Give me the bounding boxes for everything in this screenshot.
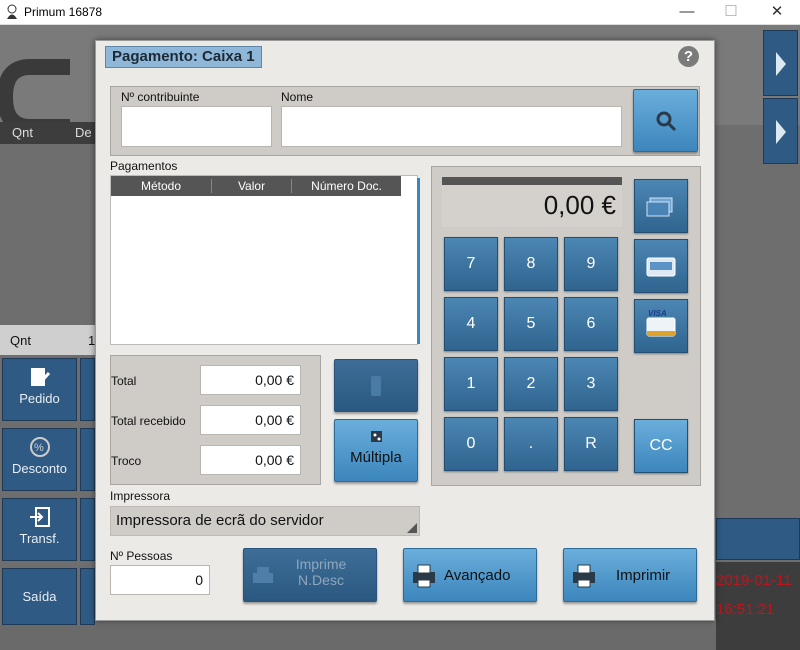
phone-icon	[371, 376, 381, 396]
troco-value: 0,00 €	[200, 445, 301, 475]
disabled-payment-button[interactable]	[334, 359, 418, 412]
maximize-button[interactable]: ☐	[708, 0, 754, 25]
bg-clock-panel: 2019-01-11 16:51:21	[716, 562, 800, 650]
key-decimal[interactable]: .	[504, 417, 558, 471]
search-icon	[656, 111, 676, 132]
key-reset[interactable]: R	[564, 417, 618, 471]
card-icon	[646, 257, 676, 277]
printer-icon	[253, 567, 273, 583]
cash-icon	[646, 197, 673, 217]
window-title: Primum 16878	[24, 5, 103, 19]
nome-label: Nome	[281, 90, 314, 104]
bg-desconto-button[interactable]: % Desconto	[2, 428, 77, 491]
key-1[interactable]: 1	[444, 357, 498, 411]
dropdown-corner-icon	[407, 523, 417, 533]
transfer-icon	[29, 507, 50, 527]
search-button[interactable]	[633, 89, 698, 152]
key-8[interactable]: 8	[504, 237, 558, 291]
printer-settings-icon	[413, 564, 435, 588]
bg-tile-partial	[80, 568, 95, 625]
total-label: Total	[111, 374, 137, 388]
dialog-title: Pagamento: Caixa 1	[105, 46, 262, 68]
bg-time: 16:51:21	[716, 601, 775, 618]
pagamentos-label: Pagamentos	[110, 159, 178, 173]
printer-icon	[573, 564, 595, 588]
bg-saida-button[interactable]: Saída	[2, 568, 77, 625]
bg-arrow-button[interactable]	[763, 30, 798, 96]
key-6[interactable]: 6	[564, 297, 618, 351]
app-icon	[7, 4, 17, 19]
bg-tile-partial	[80, 498, 95, 561]
imprime-ndesc-button[interactable]: Imprime N.Desc	[243, 548, 377, 602]
bg-desconto-label: Desconto	[12, 461, 67, 476]
bg-tile-partial	[80, 358, 95, 421]
cc-button[interactable]: CC	[634, 419, 688, 473]
bg-transf-label: Transf.	[19, 531, 60, 546]
bg-qnt-label: Qnt	[10, 333, 31, 348]
nome-input[interactable]	[281, 106, 622, 147]
numpad-panel: 0,00 € 7 8 9 4 5 6 1 2 3 0 . R VISA CC	[431, 166, 701, 486]
printer-select-value: Impressora de ecrã do servidor	[116, 512, 324, 529]
help-icon[interactable]: ?	[678, 46, 699, 67]
troco-label: Troco	[111, 454, 142, 468]
cash-button[interactable]	[634, 179, 688, 233]
close-button[interactable]: ✕	[754, 0, 800, 25]
key-0[interactable]: 0	[444, 417, 498, 471]
multipla-button[interactable]: Múltipla	[334, 419, 418, 482]
key-5[interactable]: 5	[504, 297, 558, 351]
multiple-payment-icon	[371, 431, 382, 442]
visa-button[interactable]: VISA	[634, 299, 688, 353]
key-2[interactable]: 2	[504, 357, 558, 411]
chevron-right-icon	[775, 120, 786, 144]
total-recebido-label: Total recebido	[111, 414, 186, 428]
avancado-button[interactable]: Avançado	[403, 548, 537, 602]
col-metodo: Método	[140, 179, 182, 193]
bg-side-panel	[716, 518, 800, 560]
key-7[interactable]: 7	[444, 237, 498, 291]
window-titlebar: Primum 16878 — ☐ ✕	[0, 0, 800, 25]
total-recebido-value: 0,00 €	[200, 405, 301, 435]
bg-col-qnt: Qnt	[12, 125, 33, 140]
col-valor: Valor	[211, 179, 291, 193]
pessoas-label: Nº Pessoas	[110, 549, 173, 563]
imprimir-label: Imprimir	[616, 567, 671, 584]
pessoas-input[interactable]: 0	[110, 565, 210, 595]
contribuinte-label: Nº contribuinte	[121, 90, 200, 104]
key-4[interactable]: 4	[444, 297, 498, 351]
bg-column-header: Qnt De	[0, 122, 95, 144]
avancado-label: Avançado	[444, 567, 511, 584]
discount-icon: %	[29, 437, 50, 457]
payments-table: Método Valor Número Doc.	[110, 175, 420, 345]
chevron-right-icon	[775, 52, 786, 76]
table-header: Método Valor Número Doc.	[111, 176, 401, 196]
contribuinte-input[interactable]	[121, 106, 272, 147]
printer-select[interactable]: Impressora de ecrã do servidor	[110, 506, 420, 536]
table-scrollbar[interactable]	[417, 178, 420, 344]
impressora-label: Impressora	[110, 489, 171, 503]
bg-date: 2019-01-11	[716, 572, 792, 589]
bg-pedido-label: Pedido	[19, 391, 60, 406]
imprimir-button[interactable]: Imprimir	[563, 548, 697, 602]
customer-panel: Nº contribuinte Nome	[110, 86, 700, 156]
bg-qnt-row: Qnt 1	[0, 325, 95, 355]
card-button[interactable]	[634, 239, 688, 293]
edit-icon	[30, 368, 50, 386]
minimize-button[interactable]: —	[664, 0, 710, 25]
payment-dialog: Pagamento: Caixa 1 ? Nº contribuinte Nom…	[95, 40, 715, 621]
amount-display: 0,00 €	[442, 177, 622, 227]
visa-label: VISA	[648, 309, 667, 318]
multipla-label: Múltipla	[350, 449, 402, 466]
svg-text:%: %	[34, 442, 44, 454]
bg-transf-button[interactable]: Transf.	[2, 498, 77, 561]
bg-col-des: De	[75, 125, 92, 140]
bg-saida-label: Saída	[22, 589, 57, 604]
key-9[interactable]: 9	[564, 237, 618, 291]
bg-arrow-button[interactable]	[763, 98, 798, 164]
key-3[interactable]: 3	[564, 357, 618, 411]
total-value: 0,00 €	[200, 365, 301, 395]
bg-pedido-button[interactable]: Pedido	[2, 358, 77, 421]
bg-tile-partial	[80, 428, 95, 491]
totals-panel: Total 0,00 € Total recebido 0,00 € Troco…	[110, 355, 321, 485]
col-numero-doc: Número Doc.	[291, 179, 401, 193]
